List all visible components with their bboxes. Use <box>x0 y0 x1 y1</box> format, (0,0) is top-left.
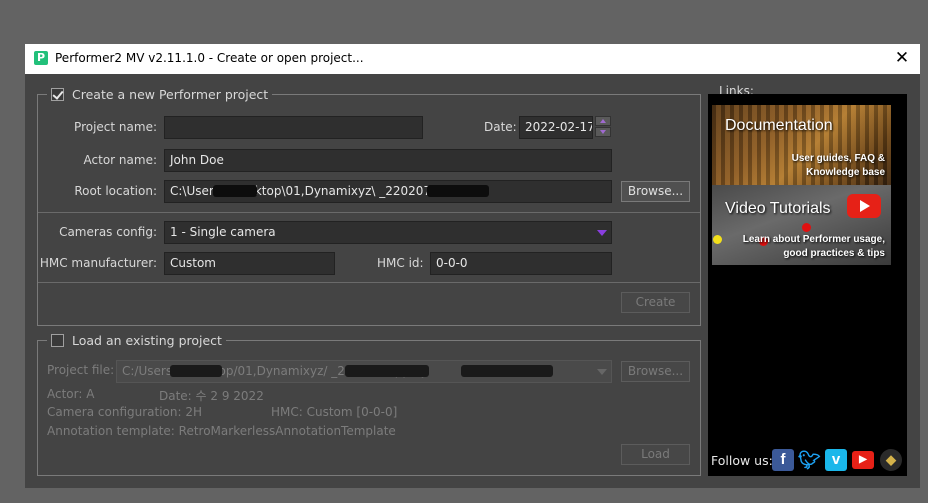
date-up-arrow-icon[interactable] <box>595 116 611 126</box>
window-title: Performer2 MV v2.11.1.0 - Create or open… <box>55 51 364 65</box>
documentation-link[interactable]: Documentation User guides, FAQ & Knowled… <box>712 105 891 185</box>
marker-dot <box>713 235 722 244</box>
cameras-config-select[interactable]: 1 - Single camera <box>164 221 612 244</box>
chevron-down-icon <box>597 230 607 236</box>
camera-configuration-info: Camera configuration: 2H <box>47 405 203 419</box>
video-tutorials-subtitle: Learn about Performer usage, good practi… <box>743 233 885 261</box>
root-browse-button[interactable]: Browse... <box>621 181 690 202</box>
redaction-scribble <box>213 185 257 197</box>
project-file-label: Project file: <box>47 363 115 377</box>
actor-info: Actor: A <box>47 387 95 401</box>
follow-us-label: Follow us: <box>711 453 773 468</box>
load-browse-button[interactable]: Browse... <box>621 361 690 382</box>
chevron-down-icon <box>597 369 607 375</box>
hmc-id-input[interactable]: 0-0-0 <box>430 252 612 275</box>
hmc-manufacturer-label: HMC manufacturer: <box>39 256 157 270</box>
youtube-play-icon <box>847 194 881 218</box>
date-info: Date: 수 2 9 2022 <box>159 389 264 403</box>
actor-name-input[interactable]: John Doe <box>164 149 612 172</box>
vimeo-icon[interactable]: v <box>825 449 847 471</box>
date-input[interactable]: 2022-02-17 <box>519 116 593 139</box>
redaction-scribble <box>345 365 429 377</box>
twitter-icon[interactable]: 🐦︎ <box>798 449 821 471</box>
date-label: Date: <box>484 120 517 134</box>
video-tutorials-link[interactable]: Video Tutorials Learn about Performer us… <box>712 185 891 265</box>
create-project-header[interactable]: Create a new Performer project <box>47 87 273 102</box>
links-panel: Documentation User guides, FAQ & Knowled… <box>708 94 907 476</box>
redaction-scribble <box>461 365 553 377</box>
youtube-icon[interactable]: ▶ <box>852 451 874 469</box>
date-spinner[interactable] <box>595 116 611 138</box>
load-project-label: Load an existing project <box>72 333 222 348</box>
project-name-input[interactable] <box>164 116 423 139</box>
redaction-scribble <box>170 365 222 377</box>
documentation-subtitle: User guides, FAQ & Knowledge base <box>792 152 885 180</box>
root-location-label: Root location: <box>74 184 157 198</box>
load-project-header[interactable]: Load an existing project <box>47 333 226 348</box>
cameras-config-label: Cameras config: <box>59 225 157 239</box>
project-name-label: Project name: <box>74 120 157 134</box>
actor-name-label: Actor name: <box>83 153 157 167</box>
dynamixyz-icon[interactable]: ◆ <box>880 449 902 471</box>
dialog-body: Create a new Performer project Project n… <box>25 74 920 488</box>
load-button[interactable]: Load <box>621 444 690 465</box>
marker-dot <box>802 223 811 232</box>
cameras-config-value: 1 - Single camera <box>170 225 276 239</box>
documentation-title: Documentation <box>725 117 833 134</box>
close-icon[interactable]: ✕ <box>890 47 914 69</box>
load-project-checkbox[interactable] <box>51 334 64 347</box>
hmc-manufacturer-input[interactable]: Custom <box>164 252 335 275</box>
date-down-arrow-icon[interactable] <box>595 127 611 137</box>
hmc-id-label: HMC id: <box>377 256 424 270</box>
video-tutorials-subtitle-line: good practices & tips <box>783 248 885 259</box>
create-project-checkbox[interactable] <box>51 88 64 101</box>
create-divider <box>38 212 700 213</box>
video-tutorials-title: Video Tutorials <box>725 200 831 217</box>
documentation-subtitle-line: Knowledge base <box>806 167 885 178</box>
redaction-scribble <box>427 185 489 197</box>
create-project-label: Create a new Performer project <box>72 87 269 102</box>
video-tutorials-subtitle-line: Learn about Performer usage, <box>742 234 885 245</box>
facebook-icon[interactable]: f <box>772 449 794 471</box>
performer-app-icon: P <box>34 51 48 65</box>
window-titlebar: P Performer2 MV v2.11.1.0 - Create or op… <box>25 44 920 74</box>
create-divider-2 <box>38 282 700 283</box>
documentation-subtitle-line: User guides, FAQ & <box>791 153 885 164</box>
create-button[interactable]: Create <box>621 292 690 313</box>
annotation-template-info: Annotation template: RetroMarkerlessAnno… <box>47 424 396 438</box>
hmc-info: HMC: Custom [0-0-0] <box>271 405 398 419</box>
